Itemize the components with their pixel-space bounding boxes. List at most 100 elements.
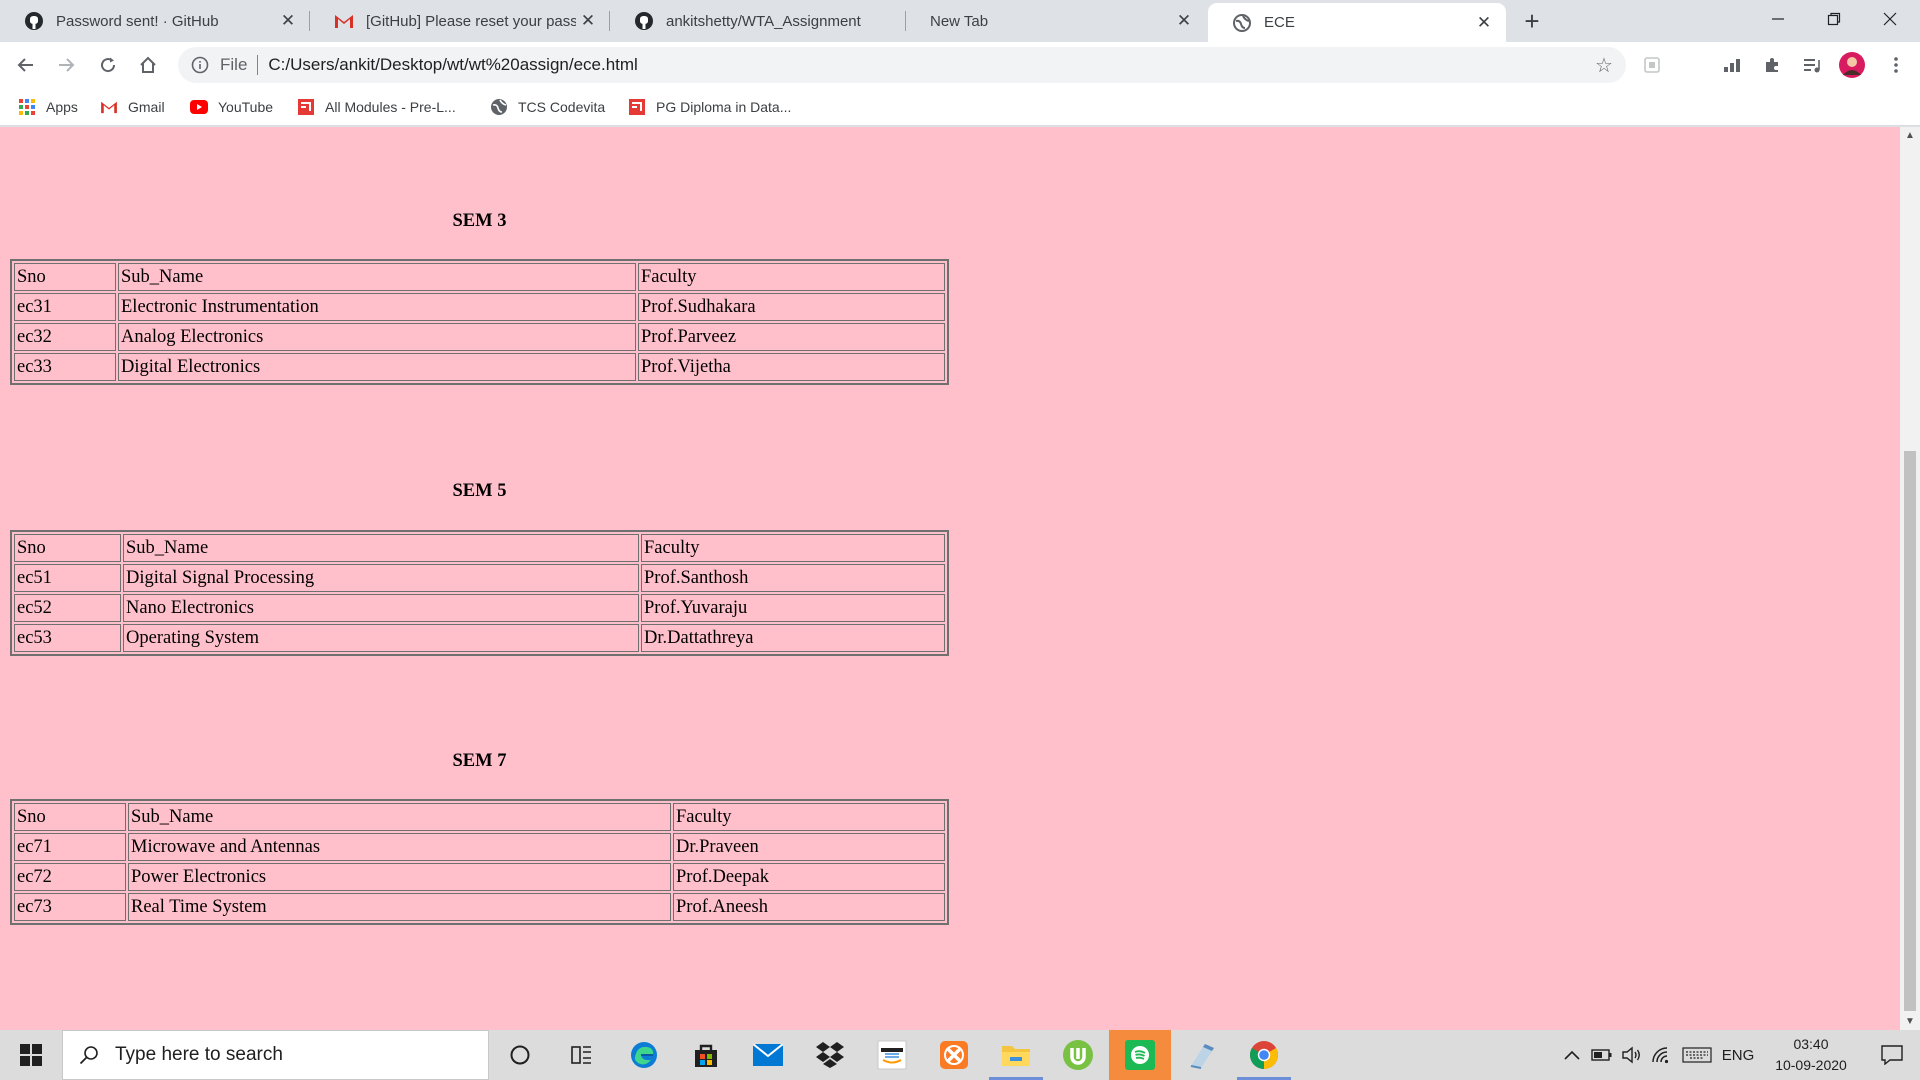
task-view-button[interactable]	[551, 1030, 613, 1080]
store-app[interactable]	[675, 1030, 737, 1080]
more-vert-icon	[1894, 57, 1898, 73]
table-row: ec51 Digital Signal Processing Prof.Sant…	[14, 564, 945, 592]
notification-center[interactable]	[1864, 1030, 1920, 1080]
profile-avatar[interactable]	[1836, 49, 1868, 81]
page-scrollbar[interactable]: ▲ ▼	[1900, 127, 1920, 1030]
chrome-app[interactable]	[1233, 1030, 1295, 1080]
module-icon	[297, 98, 315, 116]
close-tab-icon[interactable]: ✕	[1172, 9, 1196, 33]
scroll-up-icon[interactable]: ▲	[1900, 127, 1920, 144]
scrollbar-thumb[interactable]	[1904, 451, 1916, 1011]
playlist-icon	[1804, 59, 1820, 73]
table-cell: Prof.Deepak	[673, 863, 945, 891]
bookmark-star-icon[interactable]: ☆	[1592, 53, 1616, 77]
media-control-button[interactable]	[1796, 49, 1828, 81]
home-button[interactable]	[132, 49, 164, 81]
cortana-button[interactable]	[489, 1030, 551, 1080]
file-explorer-app[interactable]	[985, 1030, 1047, 1080]
header-cell: Faculty	[641, 534, 945, 562]
system-clock[interactable]: 03:40 10-09-2020	[1762, 1034, 1860, 1076]
reload-icon	[101, 57, 116, 73]
scroll-down-icon[interactable]: ▼	[1900, 1013, 1920, 1030]
header-cell: Faculty	[638, 263, 945, 291]
show-hidden-icons[interactable]	[1558, 1030, 1586, 1080]
spotify-app[interactable]	[1109, 1030, 1171, 1080]
page-viewport: SEM 3 Sno Sub_Name Faculty ec31 Electron…	[0, 127, 1900, 1030]
keyboard-tray[interactable]	[1680, 1030, 1714, 1080]
extension-button[interactable]	[1636, 49, 1668, 81]
notepad-app[interactable]	[1171, 1030, 1233, 1080]
close-tab-icon[interactable]: ✕	[1472, 11, 1496, 35]
task-view-icon	[571, 1046, 591, 1064]
tab-github-reset[interactable]: [GitHub] Please reset your passw ✕	[310, 0, 610, 42]
store-icon	[695, 1044, 717, 1067]
tab-new-tab[interactable]: New Tab ✕	[906, 0, 1206, 42]
dropbox-app[interactable]	[799, 1030, 861, 1080]
reload-button[interactable]	[92, 49, 124, 81]
restore-button[interactable]	[1806, 0, 1862, 38]
sem5-section: SEM 5 Sno Sub_Name Faculty ec51 Digital …	[10, 479, 949, 656]
close-tab-icon[interactable]: ✕	[576, 9, 600, 33]
wifi-icon	[1652, 1047, 1669, 1064]
gmail-icon	[100, 98, 118, 116]
browser-toolbar: File C:/Users/ankit/Desktop/wt/wt%20assi…	[0, 42, 1920, 88]
battery-tray[interactable]	[1588, 1030, 1616, 1080]
tab-wta-assignment[interactable]: ankitshetty/WTA_Assignment ✕	[610, 0, 906, 42]
taskbar-search[interactable]: Type here to search	[62, 1030, 489, 1080]
header-cell: Sub_Name	[118, 263, 636, 291]
new-tab-button[interactable]: +	[1518, 6, 1546, 36]
bookmarks-bar: Apps Gmail YouTube All Modules - Pre-L..…	[0, 88, 1920, 126]
sem7-table: Sno Sub_Name Faculty ec71 Microwave and …	[10, 799, 949, 925]
back-button[interactable]	[10, 49, 42, 81]
bookmark-tcs-codevita[interactable]: TCS Codevita	[490, 94, 605, 120]
edge-app[interactable]	[613, 1030, 675, 1080]
tab-strip: Password sent! · GitHub ✕ [GitHub] Pleas…	[0, 0, 1920, 42]
forward-button[interactable]	[50, 49, 82, 81]
header-cell: Sub_Name	[123, 534, 639, 562]
home-icon	[140, 56, 156, 73]
clock-date: 10-09-2020	[1775, 1057, 1847, 1073]
info-icon[interactable]	[190, 55, 210, 75]
table-cell: Digital Signal Processing	[123, 564, 639, 592]
table-cell: Power Electronics	[128, 863, 671, 891]
bookmark-label: TCS Codevita	[518, 99, 606, 115]
tab-title: ankitshetty/WTA_Assignment	[666, 12, 861, 30]
apps-grid-icon	[18, 98, 36, 116]
extensions-button[interactable]	[1756, 49, 1788, 81]
bookmark-all-modules[interactable]: All Modules - Pre-L...	[297, 94, 456, 120]
minimize-button[interactable]	[1750, 0, 1806, 38]
chevron-up-icon	[1564, 1050, 1580, 1060]
table-cell: Electronic Instrumentation	[118, 293, 636, 321]
tab-ece[interactable]: ECE ✕	[1208, 3, 1506, 42]
address-bar[interactable]: File C:/Users/ankit/Desktop/wt/wt%20assi…	[178, 47, 1626, 83]
language-indicator[interactable]: ENG	[1718, 1030, 1758, 1080]
bookmark-label: Apps	[46, 99, 78, 115]
bookmark-apps[interactable]: Apps	[18, 94, 78, 120]
url-text[interactable]: C:/Users/ankit/Desktop/wt/wt%20assign/ec…	[268, 55, 637, 75]
speaker-icon	[1622, 1046, 1640, 1064]
tab-password-sent[interactable]: Password sent! · GitHub ✕	[0, 0, 310, 42]
bookmark-pg-diploma[interactable]: PG Diploma in Data...	[628, 94, 791, 120]
start-button[interactable]	[0, 1030, 62, 1080]
bookmark-youtube[interactable]: YouTube	[190, 94, 273, 120]
xampp-app[interactable]	[923, 1030, 985, 1080]
chrome-icon	[1250, 1041, 1278, 1069]
chart-icon	[1724, 59, 1740, 72]
volume-tray[interactable]	[1618, 1030, 1646, 1080]
bookmark-gmail[interactable]: Gmail	[100, 94, 165, 120]
table-cell: Prof.Parveez	[638, 323, 945, 351]
menu-button[interactable]	[1880, 49, 1912, 81]
utorrent-app[interactable]	[1047, 1030, 1109, 1080]
notepad-icon	[1190, 1044, 1214, 1069]
table-cell: ec73	[14, 893, 126, 921]
close-window-button[interactable]	[1862, 0, 1918, 38]
cortana-icon	[510, 1045, 530, 1065]
utorrent-icon	[1063, 1040, 1093, 1070]
extension-page-icon	[1644, 57, 1660, 73]
wifi-tray[interactable]	[1648, 1030, 1676, 1080]
close-tab-icon[interactable]: ✕	[276, 9, 300, 33]
analytics-extension-button[interactable]	[1716, 49, 1748, 81]
mail-app[interactable]	[737, 1030, 799, 1080]
amazon-app[interactable]	[861, 1030, 923, 1080]
xampp-icon	[940, 1041, 968, 1069]
